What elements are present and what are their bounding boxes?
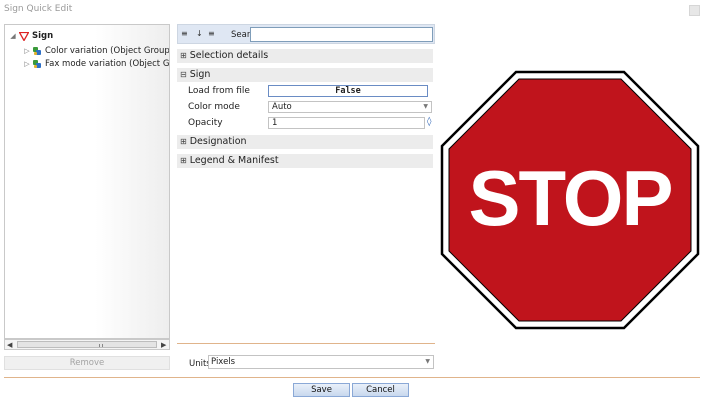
- cancel-button[interactable]: Cancel: [352, 383, 409, 397]
- category-legend-manifest[interactable]: ⊞ Legend & Manifest: [177, 154, 433, 168]
- tree-item-fax-mode-variation[interactable]: ▷ Fax mode variation (Object Group): [23, 58, 170, 70]
- color-mode-select[interactable]: Auto ▼: [268, 101, 432, 113]
- category-label: Sign: [189, 69, 211, 80]
- collapse-arrow-icon[interactable]: ◢: [9, 32, 17, 40]
- sign-preview: STOP: [440, 70, 700, 330]
- tree-item-label: Color variation (Object Group): [45, 46, 170, 56]
- object-group-icon: [33, 46, 42, 56]
- property-name: Color mode: [188, 102, 240, 112]
- category-label: Designation: [189, 136, 247, 147]
- remove-button[interactable]: Remove: [4, 356, 170, 370]
- expand-plus-icon[interactable]: ⊞: [180, 156, 187, 165]
- chevron-down-icon: ▼: [423, 103, 428, 110]
- property-grid-toolbar: ≡ ↓ ≡ Search:: [177, 24, 435, 44]
- tree-item-sign[interactable]: ◢ Sign: [9, 30, 53, 42]
- select-value: Pixels: [211, 357, 236, 367]
- tree-item-label: Fax mode variation (Object Group): [45, 59, 170, 69]
- property-list-icon[interactable]: ≡: [208, 29, 215, 38]
- sort-alphabetical-icon[interactable]: ↓: [196, 29, 203, 38]
- scroll-right-icon[interactable]: ▶: [161, 341, 166, 349]
- divider: [177, 343, 435, 344]
- expand-arrow-icon[interactable]: ▷: [23, 60, 31, 68]
- close-button[interactable]: [689, 5, 700, 16]
- property-value: False: [267, 84, 433, 98]
- chevron-down-icon: ▼: [425, 358, 430, 365]
- scroll-left-icon[interactable]: ◀: [7, 341, 12, 349]
- expand-plus-icon[interactable]: ⊞: [180, 137, 187, 146]
- units-select[interactable]: Pixels ▼: [208, 355, 434, 369]
- search-input[interactable]: [250, 27, 433, 42]
- collapse-minus-icon[interactable]: ⊟: [180, 70, 187, 79]
- tree-horizontal-scrollbar[interactable]: ◀ ▶: [4, 339, 170, 350]
- sign-quick-edit-window: Sign Quick Edit ◢ Sign ▷ Color variation…: [0, 0, 703, 400]
- load-from-file-toggle[interactable]: False: [268, 85, 428, 97]
- object-tree[interactable]: ◢ Sign ▷ Color variation (Object Group) …: [4, 24, 170, 339]
- expand-arrow-icon[interactable]: ▷: [23, 47, 31, 55]
- save-button[interactable]: Save: [293, 383, 350, 397]
- property-name: Load from file: [188, 86, 250, 96]
- category-designation[interactable]: ⊞ Designation: [177, 135, 433, 149]
- property-load-from-file: Load from file False: [177, 84, 433, 98]
- sign-text: STOP: [469, 154, 672, 242]
- object-group-icon: [33, 59, 42, 69]
- tree-item-label: Sign: [32, 31, 54, 41]
- spinner-icon[interactable]: ◊: [427, 117, 431, 127]
- category-label: Selection details: [189, 50, 269, 61]
- categorized-view-icon[interactable]: ≡: [181, 29, 188, 38]
- tree-item-color-variation[interactable]: ▷ Color variation (Object Group): [23, 45, 170, 57]
- select-value: Auto: [272, 102, 292, 112]
- sign-triangle-icon: [19, 31, 29, 41]
- expand-plus-icon[interactable]: ⊞: [180, 51, 187, 60]
- category-label: Legend & Manifest: [189, 155, 279, 166]
- property-value: 1 ◊: [267, 116, 433, 130]
- opacity-input[interactable]: 1: [268, 117, 425, 129]
- property-opacity: Opacity 1 ◊: [177, 116, 433, 130]
- property-value: Auto ▼: [267, 100, 433, 114]
- footer-divider: [4, 377, 700, 378]
- property-color-mode: Color mode Auto ▼: [177, 100, 433, 114]
- category-selection-details[interactable]: ⊞ Selection details: [177, 49, 433, 63]
- grip-icon: [99, 344, 103, 347]
- scrollbar-thumb[interactable]: [17, 341, 157, 348]
- window-title: Sign Quick Edit: [4, 4, 73, 14]
- property-name: Opacity: [188, 118, 223, 128]
- category-sign[interactable]: ⊟ Sign: [177, 68, 433, 82]
